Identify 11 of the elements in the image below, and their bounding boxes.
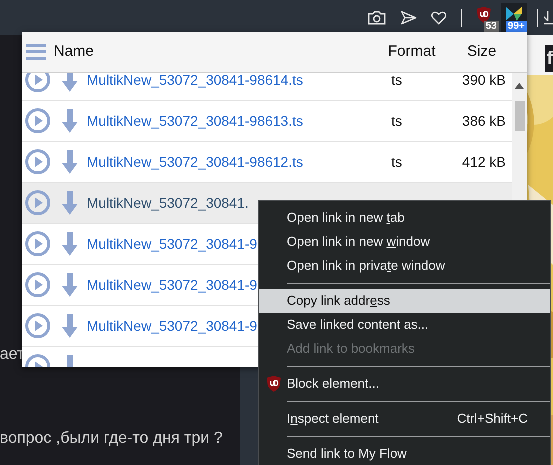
page-text: f bbox=[545, 45, 553, 72]
page-text: вопрос ,были где-то дня три ? bbox=[0, 429, 223, 449]
page-text: ает bbox=[0, 345, 25, 365]
format-text: ts bbox=[390, 152, 404, 172]
format-text: ts bbox=[390, 73, 404, 90]
count-badge: 99+ bbox=[506, 20, 527, 32]
size-text: 390 kB bbox=[461, 73, 507, 90]
format-text: ts bbox=[390, 112, 404, 130]
size-text: 386 kB bbox=[461, 112, 507, 130]
size-text: 412 kB bbox=[461, 152, 507, 172]
count-badge: 53 bbox=[484, 20, 499, 32]
